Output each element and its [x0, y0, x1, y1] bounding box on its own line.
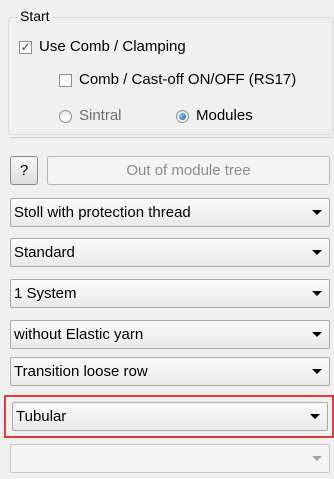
radio-selected-dot	[179, 112, 186, 120]
comb-castoff-checkbox[interactable]	[59, 73, 72, 87]
separator	[10, 137, 332, 138]
dropdown-system[interactable]: 1 System	[10, 279, 330, 308]
chevron-down-icon	[312, 250, 322, 255]
use-comb-row[interactable]: ✓ Use Comb / Clamping	[19, 38, 186, 56]
chevron-down-icon	[312, 456, 322, 461]
start-group-title: Start	[18, 8, 52, 24]
radio-sintral-row[interactable]: Sintral	[59, 107, 122, 125]
dropdown-value: Transition loose row	[14, 363, 148, 380]
dropdown-value: Tubular	[16, 408, 67, 425]
radio-modules[interactable]	[176, 109, 189, 123]
dropdown-tubular[interactable]: Tubular	[12, 402, 328, 431]
comb-castoff-label: Comb / Cast-off ON/OFF (RS17)	[79, 71, 297, 88]
use-comb-label: Use Comb / Clamping	[39, 38, 186, 55]
dropdown-standard[interactable]: Standard	[10, 238, 330, 267]
dropdown-value: 1 System	[14, 285, 77, 302]
help-button[interactable]: ?	[10, 156, 38, 185]
chevron-down-icon	[312, 369, 322, 374]
chevron-down-icon	[312, 210, 322, 215]
dropdown-elastic-yarn[interactable]: without Elastic yarn	[10, 320, 330, 349]
comb-castoff-row[interactable]: Comb / Cast-off ON/OFF (RS17)	[59, 71, 296, 89]
use-comb-checkbox[interactable]: ✓	[19, 40, 32, 54]
chevron-down-icon	[310, 414, 320, 419]
radio-sintral-label: Sintral	[79, 107, 122, 124]
dropdown-transition[interactable]: Transition loose row	[10, 357, 330, 386]
dropdown-value: Standard	[14, 244, 75, 261]
dropdown-protection-thread[interactable]: Stoll with protection thread	[10, 198, 330, 227]
dropdown-empty-disabled[interactable]	[10, 444, 330, 473]
dropdown-value: Stoll with protection thread	[14, 204, 191, 221]
module-tree-button[interactable]: Out of module tree	[47, 156, 330, 185]
radio-modules-label: Modules	[196, 107, 253, 124]
checkmark-icon: ✓	[20, 40, 31, 54]
chevron-down-icon	[312, 332, 322, 337]
settings-panel: Start ✓ Use Comb / Clamping Comb / Cast-…	[0, 0, 334, 479]
chevron-down-icon	[312, 291, 322, 296]
radio-modules-row[interactable]: Modules	[176, 107, 253, 125]
dropdown-value: without Elastic yarn	[14, 326, 144, 343]
radio-sintral[interactable]	[59, 109, 72, 123]
